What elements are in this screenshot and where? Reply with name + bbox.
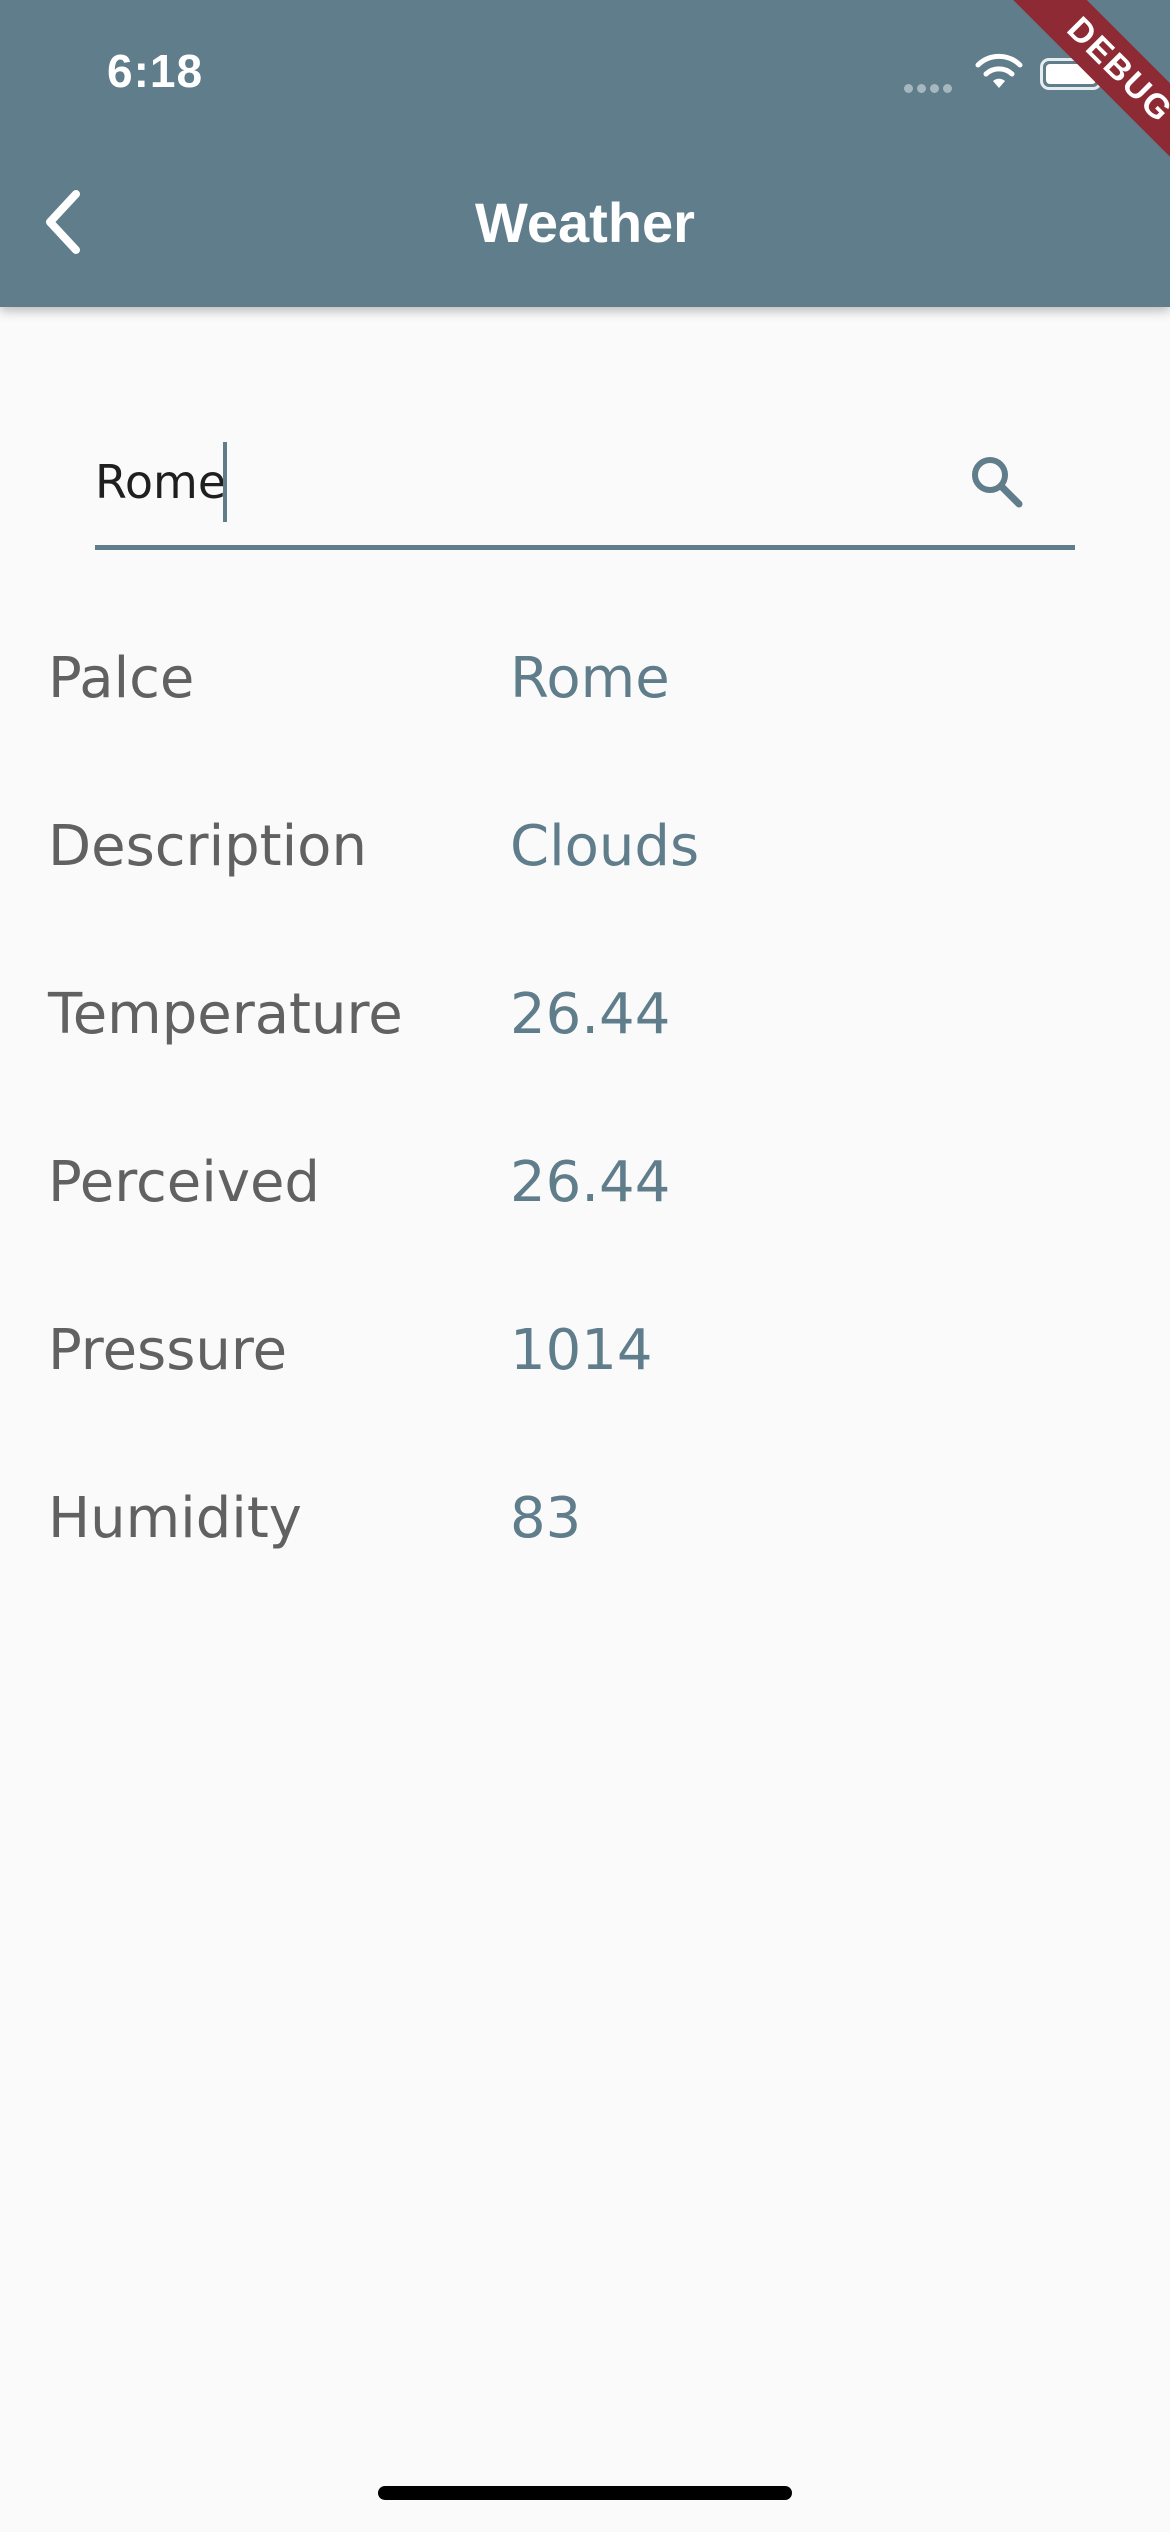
wifi-icon: [975, 53, 1023, 88]
detail-value: 26.44: [510, 1150, 671, 1215]
detail-row-pressure: Pressure 1014: [48, 1318, 1128, 1418]
detail-label: Pressure: [48, 1318, 288, 1383]
detail-row-perceived: Perceived 26.44: [48, 1150, 1128, 1250]
search-input[interactable]: [95, 432, 935, 532]
signal-icon: [904, 80, 960, 93]
app-bar: 6:18 Weather: [0, 0, 1170, 307]
detail-row-humidity: Humidity 83: [48, 1486, 1128, 1586]
weather-screen: 6:18 Weather DEBUG Palce Rome: [0, 0, 1170, 2532]
status-time: 6:18: [107, 45, 204, 97]
detail-label: Temperature: [48, 982, 403, 1047]
detail-value: 26.44: [510, 982, 671, 1047]
search-icon[interactable]: [965, 450, 1027, 512]
page-title: Weather: [475, 191, 695, 254]
search-field[interactable]: [95, 420, 1075, 550]
detail-row-place: Palce Rome: [48, 646, 1128, 746]
detail-label: Perceived: [48, 1150, 320, 1215]
detail-label: Humidity: [48, 1486, 302, 1551]
detail-value: 83: [510, 1486, 582, 1551]
detail-value: 1014: [510, 1318, 653, 1383]
detail-value: Clouds: [510, 814, 700, 879]
text-caret: [223, 442, 227, 522]
detail-label: Description: [48, 814, 367, 879]
detail-value: Rome: [510, 646, 670, 711]
detail-label: Palce: [48, 646, 195, 711]
detail-row-temperature: Temperature 26.44: [48, 982, 1128, 1082]
home-indicator: [378, 2486, 792, 2500]
detail-row-description: Description Clouds: [48, 814, 1128, 914]
